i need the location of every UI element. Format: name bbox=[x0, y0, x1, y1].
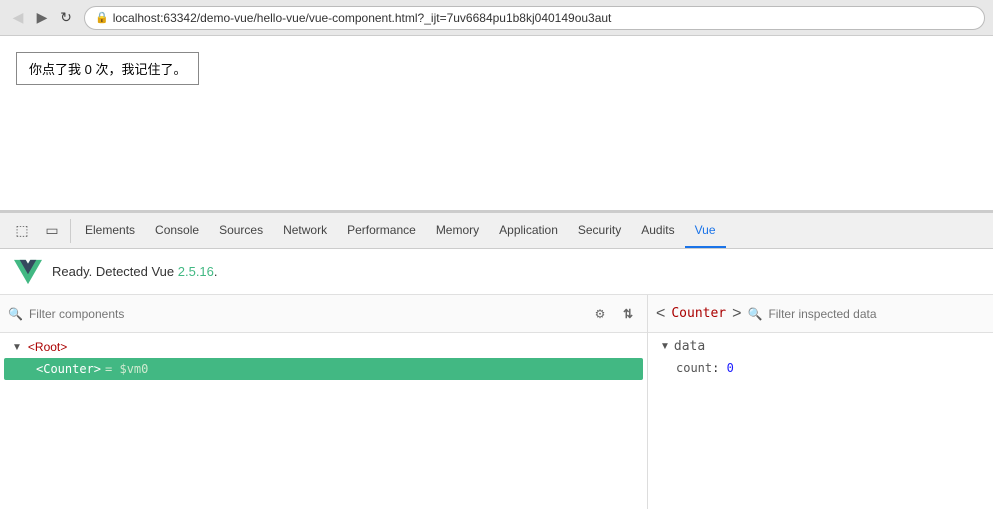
forward-icon: ▶ bbox=[37, 9, 48, 26]
sort-icon: ⇅ bbox=[623, 307, 633, 321]
search-icon: 🔍 bbox=[8, 307, 23, 321]
component-tree: ▼ <Root> <Counter> = $vm0 bbox=[0, 333, 647, 509]
main-panel: 🔍 ⚙ ⇅ ▼ <Root> <Counter> bbox=[0, 295, 993, 509]
tab-vue[interactable]: Vue bbox=[685, 213, 726, 248]
search-icon-right: 🔍 bbox=[747, 307, 762, 321]
forward-button[interactable]: ▶ bbox=[32, 8, 52, 28]
vue-status-text: Ready. Detected Vue bbox=[52, 264, 178, 279]
right-angle-bracket: > bbox=[732, 305, 741, 323]
device-toggle-button[interactable]: ▭ bbox=[40, 219, 64, 243]
root-component-label: <Root> bbox=[28, 340, 67, 354]
browser-chrome: ◀ ▶ ↻ 🔒 localhost:63342/demo-vue/hello-v… bbox=[0, 0, 993, 36]
sort-icon-button[interactable]: ⇅ bbox=[617, 303, 639, 325]
element-picker-button[interactable]: ⬚ bbox=[10, 219, 34, 243]
devtools-tabs: Elements Console Sources Network Perform… bbox=[75, 213, 726, 248]
count-colon: : bbox=[712, 361, 726, 375]
right-panel: < Counter > 🔍 ▼ data count: 0 bbox=[648, 295, 993, 509]
left-panel: 🔍 ⚙ ⇅ ▼ <Root> <Counter> bbox=[0, 295, 648, 509]
lock-icon: 🔒 bbox=[95, 11, 109, 24]
data-area: ▼ data count: 0 bbox=[648, 333, 993, 509]
tab-console[interactable]: Console bbox=[145, 213, 209, 248]
address-bar[interactable]: 🔒 localhost:63342/demo-vue/hello-vue/vue… bbox=[84, 6, 985, 30]
tab-memory[interactable]: Memory bbox=[426, 213, 489, 248]
url-text: localhost:63342/demo-vue/hello-vue/vue-c… bbox=[113, 11, 612, 25]
page-content: 你点了我 0 次，我记住了。 bbox=[0, 36, 993, 211]
count-key: count bbox=[676, 361, 712, 375]
device-icon: ▭ bbox=[45, 222, 58, 239]
tab-security[interactable]: Security bbox=[568, 213, 631, 248]
tree-root-item[interactable]: ▼ <Root> bbox=[0, 337, 647, 357]
count-value: 0 bbox=[727, 361, 734, 375]
settings-icon-button[interactable]: ⚙ bbox=[589, 303, 611, 325]
button-label: 你点了我 0 次，我记住了。 bbox=[29, 62, 186, 77]
click-counter-button[interactable]: 你点了我 0 次，我记住了。 bbox=[16, 52, 199, 85]
data-section-arrow: ▼ bbox=[660, 341, 670, 352]
vue-version-suffix: . bbox=[214, 264, 218, 279]
left-panel-toolbar: 🔍 ⚙ ⇅ bbox=[0, 295, 647, 333]
back-button[interactable]: ◀ bbox=[8, 8, 28, 28]
tab-application[interactable]: Application bbox=[489, 213, 568, 248]
tab-network[interactable]: Network bbox=[273, 213, 337, 248]
tab-audits[interactable]: Audits bbox=[631, 213, 684, 248]
tab-elements[interactable]: Elements bbox=[75, 213, 145, 248]
vue-logo-icon bbox=[14, 258, 42, 286]
data-section-label: data bbox=[674, 339, 705, 354]
refresh-button[interactable]: ↻ bbox=[56, 8, 76, 28]
left-angle-bracket: < bbox=[656, 305, 665, 323]
settings-icon: ⚙ bbox=[595, 307, 606, 321]
toolbar-icons: ⬚ ▭ bbox=[4, 219, 71, 243]
vue-version-text: 2.5.16 bbox=[178, 264, 214, 279]
tree-counter-item[interactable]: <Counter> = $vm0 bbox=[4, 358, 643, 380]
vue-banner: Ready. Detected Vue 2.5.16. bbox=[0, 249, 993, 295]
refresh-icon: ↻ bbox=[60, 9, 72, 26]
right-panel-toolbar: < Counter > 🔍 bbox=[648, 295, 993, 333]
tree-arrow-icon: ▼ bbox=[12, 342, 22, 353]
tab-performance[interactable]: Performance bbox=[337, 213, 426, 248]
counter-vm-ref: = $vm0 bbox=[105, 362, 148, 376]
back-icon: ◀ bbox=[13, 9, 24, 26]
devtools-content: Ready. Detected Vue 2.5.16. 🔍 ⚙ ⇅ bbox=[0, 249, 993, 509]
data-fields: count: 0 bbox=[660, 358, 981, 378]
vue-status: Ready. Detected Vue 2.5.16. bbox=[52, 264, 218, 279]
tab-sources[interactable]: Sources bbox=[209, 213, 273, 248]
counter-component-name: <Counter> bbox=[36, 362, 101, 376]
devtools-toolbar: ⬚ ▭ Elements Console Sources Network Per… bbox=[0, 213, 993, 249]
data-section-row: ▼ data bbox=[660, 339, 981, 354]
filter-components-input[interactable] bbox=[29, 307, 583, 321]
devtools: ⬚ ▭ Elements Console Sources Network Per… bbox=[0, 211, 993, 509]
cursor-icon: ⬚ bbox=[15, 222, 28, 239]
nav-buttons: ◀ ▶ ↻ bbox=[8, 8, 76, 28]
right-panel-component-name: Counter bbox=[671, 306, 726, 321]
filter-inspected-input[interactable] bbox=[768, 307, 985, 321]
